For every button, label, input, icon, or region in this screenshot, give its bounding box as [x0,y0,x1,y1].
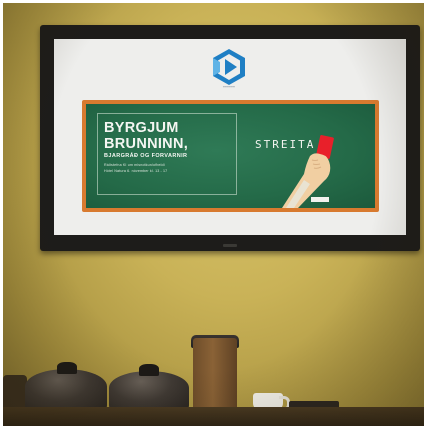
hand-holding-red-card-illustration [282,135,334,208]
storage-jar [193,338,237,411]
counter-surface [3,407,424,426]
event-detail-line-2: Hótel Natura 6. nóvember kl. 13 - 17 [104,169,168,173]
chalkboard-banner: BYRGJUM BRUNNINN, BJARGRÁÐ OG FORVARNIR … [82,100,379,212]
organization-logo [213,49,245,85]
logo-wordmark: ━━━━━━ [222,85,236,89]
event-detail-line-1: Ráðstefna KI um misnotkun/ofbeldi [104,163,165,167]
event-headline: BYRGJUM BRUNNINN, [104,120,189,152]
event-text-box: BYRGJUM BRUNNINN, BJARGRÁÐ OG FORVARNIR … [97,113,237,195]
photo: ━━━━━━ BYRGJUM BRUNNINN, BJARGRÁÐ OG FOR… [3,3,424,426]
tv-brand-badge [223,244,237,247]
television: ━━━━━━ BYRGJUM BRUNNINN, BJARGRÁÐ OG FOR… [40,25,420,251]
event-subheadline: BJARGRÁÐ OG FORVARNIR [104,153,188,159]
chalkboard: BYRGJUM BRUNNINN, BJARGRÁÐ OG FORVARNIR … [86,104,375,208]
tv-screen: ━━━━━━ BYRGJUM BRUNNINN, BJARGRÁÐ OG FOR… [54,39,406,235]
